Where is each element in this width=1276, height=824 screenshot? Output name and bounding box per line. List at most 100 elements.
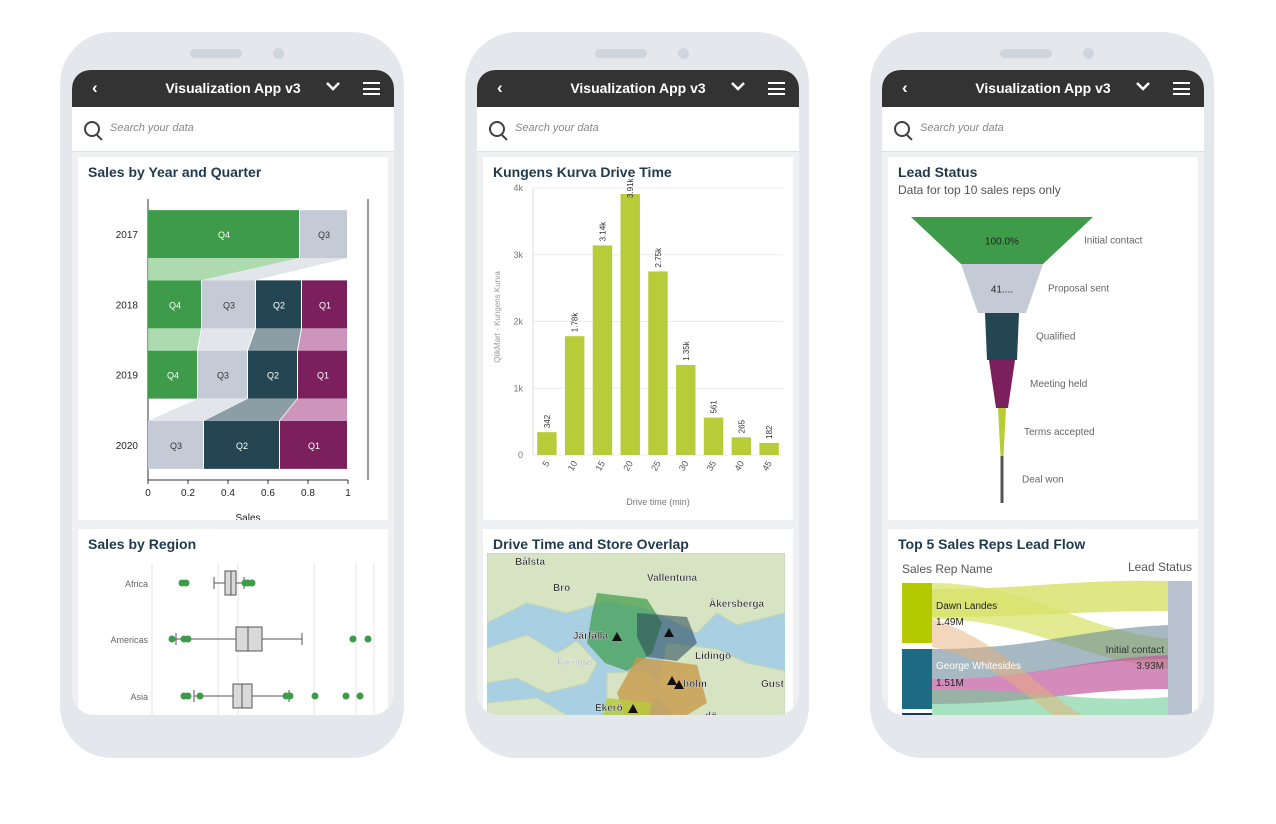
app-header: ‹ Visualization App v3: [72, 70, 394, 107]
data-label: 2.75k: [654, 247, 663, 268]
bar-40: [731, 437, 752, 455]
y-tick-label: 3k: [513, 250, 523, 260]
segment-label: Q3: [223, 300, 235, 310]
segment-label: Q1: [308, 441, 320, 451]
outlier-point: [168, 635, 176, 643]
chart-card-drive-time[interactable]: Kungens Kurva Drive Time 0 1k 2k 3k 4k 342 5 1.…: [483, 157, 793, 520]
bar-5: [537, 432, 557, 455]
y-tick-label: 1k: [513, 383, 523, 393]
map-label: Bro: [553, 583, 570, 594]
card-title: Drive Time and Store Overlap: [493, 536, 689, 552]
map-label: Bålsta: [515, 556, 545, 568]
outlier-point: [184, 692, 192, 700]
segment-label: Q4: [169, 300, 181, 310]
app-title: Visualization App v3: [975, 80, 1111, 96]
map-label: dö: [705, 711, 717, 715]
funnel-chart: Initial contact 100.0% Proposal sent 41....…: [911, 217, 1143, 503]
left-header: Sales Rep Name: [902, 562, 993, 576]
search-icon: [489, 121, 505, 137]
flow-band: [148, 328, 201, 351]
flow-band: [248, 328, 301, 351]
x-axis-label: Drive time (min): [626, 497, 690, 507]
node-rep-1: [902, 583, 932, 643]
x-tick-label: 10: [566, 459, 580, 473]
category-label: Americas: [110, 635, 148, 645]
segment-label: Q2: [273, 300, 285, 310]
outlier-point: [356, 692, 364, 700]
segment-label: Q3: [170, 441, 182, 451]
chart-card-sales-by-region[interactable]: Sales by Region Africa Americas Asia: [78, 529, 388, 715]
phone-screen: ‹ Visualization App v3 Search your data …: [477, 70, 799, 715]
segment-label: Q2: [236, 441, 248, 451]
chart-card-sales-by-year[interactable]: Sales by Year and Quarter 2017 Q4 Q3 2018 Q4…: [78, 157, 388, 520]
map-label: Lidingö: [695, 651, 731, 662]
search-bar[interactable]: Search your data: [882, 107, 1204, 152]
y-tick-label: 2020: [116, 441, 139, 452]
rep-name: Dawn Landes: [936, 601, 997, 612]
search-bar[interactable]: Search your data: [72, 107, 394, 152]
search-input[interactable]: Search your data: [515, 122, 599, 134]
y-axis-label: QlikMart - Kungens Kurva: [493, 271, 502, 363]
chevron-down-icon[interactable]: [731, 78, 745, 94]
search-input[interactable]: Search your data: [110, 122, 194, 134]
data-label: 1.78k: [571, 312, 580, 333]
phone-mockup-3: ‹ Visualization App v3 Search your data …: [870, 32, 1214, 758]
funnel-label: Proposal sent: [1048, 284, 1109, 295]
map-label: Järfälla: [573, 631, 608, 642]
chart-card-lead-status[interactable]: Lead Status Data for top 10 sales reps o…: [888, 157, 1198, 520]
search-icon: [84, 121, 100, 137]
rep-value: 1.51M: [936, 678, 964, 689]
hamburger-menu-icon[interactable]: [1173, 82, 1190, 95]
camera-dot: [1083, 48, 1094, 59]
x-tick-label: 5: [540, 459, 551, 468]
camera-dot: [273, 48, 284, 59]
map-label: Vallentuna: [647, 573, 697, 584]
outlier-point: [182, 579, 190, 587]
stacked-bar-chart: 2017 Q4 Q3 2018 Q4 Q3 Q2 Q1 2019 Q4 Q3 Q2 Q1 2020 Q3 Q2…: [116, 199, 369, 520]
segment-label: Q2: [267, 371, 279, 381]
funnel-label: Initial contact: [1084, 236, 1143, 247]
map-label: Ekerö: [595, 703, 623, 714]
funnel-step-5: [1000, 456, 1004, 503]
data-label: 342: [543, 414, 552, 428]
x-tick-label: 0.6: [261, 488, 275, 499]
funnel-value: 41....: [991, 285, 1013, 296]
funnel-label: Deal won: [1022, 475, 1064, 486]
target-value: 3.93M: [1136, 661, 1164, 672]
hamburger-menu-icon[interactable]: [363, 82, 380, 95]
node-initial-contact: [1168, 581, 1192, 715]
segment-label: Q4: [218, 230, 230, 240]
x-tick-label: 20: [621, 459, 635, 473]
speaker-grille: [595, 49, 647, 58]
flow-band: [298, 328, 347, 351]
node-rep-2: [902, 649, 932, 709]
map-label: Färingsö: [557, 657, 592, 667]
segment-label: Q3: [217, 371, 229, 381]
chevron-down-icon[interactable]: [1136, 78, 1150, 94]
box-plot-chart: Africa Americas Asia: [110, 563, 375, 715]
bar-30: [676, 364, 696, 455]
y-tick-label: 2019: [116, 371, 139, 382]
x-tick-label: 25: [649, 459, 663, 473]
y-tick-label: 4k: [513, 183, 523, 193]
bar-chart: 0 1k 2k 3k 4k 342 5 1.78k 10 3.14k 15 3.91k 20 2.75k 2…: [493, 177, 783, 507]
outlier-point: [349, 635, 357, 643]
y-tick-label: 2018: [116, 300, 139, 311]
search-input[interactable]: Search your data: [920, 122, 1004, 134]
map-label: holm: [683, 679, 707, 690]
map[interactable]: Bålsta Bro Vallentuna Åkersberga Järfälla Lid…: [487, 553, 785, 715]
hamburger-menu-icon[interactable]: [768, 82, 785, 95]
chart-card-lead-flow[interactable]: Top 5 Sales Reps Lead Flow Sales Rep Nam…: [888, 529, 1198, 715]
box: [235, 626, 263, 652]
funnel-label: Meeting held: [1030, 379, 1087, 390]
search-bar[interactable]: Search your data: [477, 107, 799, 152]
speaker-grille: [1000, 49, 1052, 58]
app-header: ‹ Visualization App v3: [882, 70, 1204, 107]
x-tick-label: 40: [732, 459, 746, 473]
outlier-point: [196, 692, 204, 700]
map-card-store-overlap[interactable]: Drive Time and Store Overlap Bålsta Bro Va…: [483, 529, 793, 715]
segment-label: Q1: [319, 300, 331, 310]
rep-value: 1.49M: [936, 617, 964, 628]
chevron-down-icon[interactable]: [326, 78, 340, 94]
funnel-step-3: [989, 360, 1015, 408]
